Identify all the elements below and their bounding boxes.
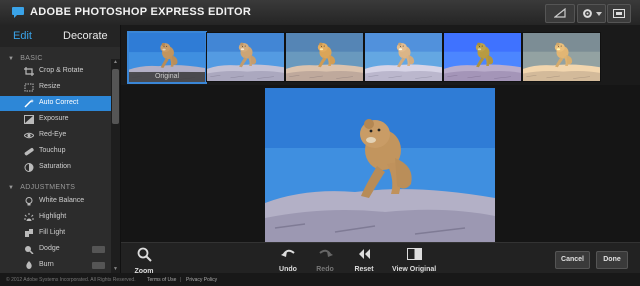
thumbnail-image bbox=[523, 33, 600, 81]
crop-icon bbox=[24, 67, 34, 76]
sidebar-item-fill-light[interactable]: Fill Light bbox=[0, 226, 111, 241]
sidebar-scrollbar[interactable]: ▲ ▼ bbox=[111, 59, 120, 273]
dodge-icon bbox=[25, 246, 34, 254]
compare-icon bbox=[406, 248, 422, 260]
exposure-icon bbox=[24, 115, 34, 124]
copyright-text: © 2012 Adobe Systems Incorporated. All R… bbox=[6, 277, 136, 283]
view-original-button[interactable]: View Original bbox=[392, 247, 436, 273]
thumbnail-image bbox=[444, 33, 521, 81]
bandage-icon bbox=[24, 147, 34, 156]
burn-icon bbox=[26, 261, 32, 269]
image-canvas bbox=[121, 85, 640, 242]
redo-label: Redo bbox=[316, 266, 334, 273]
bottom-toolbar: Zoom Undo Redo Reset View Original Cance… bbox=[121, 242, 640, 275]
triangle-ruler-icon bbox=[554, 8, 566, 18]
sidebar-item-label: Burn bbox=[39, 261, 54, 268]
terms-link[interactable]: Terms of Use bbox=[147, 277, 176, 283]
reset-label: Reset bbox=[354, 266, 374, 273]
sidebar-item-label: White Balance bbox=[39, 197, 85, 204]
photoshop-express-logo bbox=[12, 7, 24, 18]
sidebar-item-auto-correct[interactable]: Auto Correct bbox=[0, 96, 111, 111]
undo-icon bbox=[280, 249, 295, 257]
cancel-button[interactable]: Cancel bbox=[555, 251, 590, 269]
sidebar-item-red-eye[interactable]: Red-Eye bbox=[0, 128, 111, 143]
thumbnail-image bbox=[365, 33, 442, 81]
thumbnail-variant[interactable] bbox=[206, 32, 285, 82]
scroll-thumb[interactable] bbox=[112, 69, 119, 124]
sidebar-item-highlight[interactable]: Highlight bbox=[0, 210, 111, 225]
sidebar-item-dodge[interactable]: Dodge bbox=[0, 242, 111, 257]
scroll-up-arrow-icon[interactable]: ▲ bbox=[112, 59, 119, 66]
sidebar-item-label: Crop & Rotate bbox=[39, 67, 84, 74]
thumbnail-image bbox=[207, 33, 284, 81]
thumbnail-variant[interactable] bbox=[285, 32, 364, 82]
sidebar-item-label: Resize bbox=[39, 83, 61, 90]
redo-button[interactable]: Redo bbox=[312, 247, 338, 273]
thumbnail-variant[interactable] bbox=[443, 32, 522, 82]
settings-menu-button[interactable] bbox=[577, 4, 606, 23]
preview-thumbnail-strip: Original bbox=[121, 25, 640, 85]
zoom-button[interactable]: Zoom bbox=[131, 247, 157, 275]
sidebar: Edit Decorate ▼ BASIC Crop & Rotate Resiz… bbox=[0, 25, 121, 273]
thumbnail-variant[interactable] bbox=[522, 32, 601, 82]
sidebar-item-saturation[interactable]: Saturation bbox=[0, 160, 111, 175]
reset-button[interactable]: Reset bbox=[351, 247, 377, 273]
main-photo[interactable] bbox=[265, 88, 495, 242]
fill-light-icon bbox=[25, 229, 33, 237]
magnifier-icon bbox=[137, 247, 152, 262]
sidebar-item-label: Touchup bbox=[39, 147, 66, 154]
view-original-label: View Original bbox=[392, 266, 437, 273]
sidebar-item-touchup[interactable]: Touchup bbox=[0, 144, 111, 159]
highlight-icon bbox=[24, 213, 34, 221]
title-bar: ADOBE PHOTOSHOP EXPRESS EDITOR bbox=[0, 0, 640, 26]
fullscreen-icon bbox=[613, 9, 625, 18]
tab-edit[interactable]: Edit bbox=[13, 30, 32, 42]
resize-icon bbox=[24, 83, 34, 92]
undo-label: Undo bbox=[279, 266, 297, 273]
sidebar-item-label: Auto Correct bbox=[39, 99, 79, 106]
sidebar-item-burn[interactable]: Burn bbox=[0, 258, 111, 273]
redo-icon bbox=[318, 249, 333, 257]
fullscreen-button[interactable] bbox=[607, 4, 631, 23]
caret-down-icon: ▼ bbox=[8, 185, 15, 191]
sidebar-item-resize[interactable]: Resize bbox=[0, 80, 111, 95]
chevron-down-icon bbox=[596, 12, 602, 16]
sidebar-item-label: Red-Eye bbox=[39, 131, 67, 138]
mode-tabs: Edit Decorate bbox=[0, 25, 120, 47]
section-title: BASIC bbox=[20, 55, 43, 62]
premium-badge bbox=[92, 246, 105, 253]
section-basic[interactable]: ▼ BASIC bbox=[8, 55, 43, 62]
sidebar-item-label: Saturation bbox=[39, 163, 71, 170]
gear-icon bbox=[583, 9, 592, 18]
scroll-down-arrow-icon[interactable]: ▼ bbox=[112, 266, 119, 273]
bulb-icon bbox=[25, 197, 33, 206]
sidebar-item-crop-rotate[interactable]: Crop & Rotate bbox=[0, 64, 111, 79]
adjust-menu-button[interactable] bbox=[545, 4, 575, 23]
magic-wand-icon bbox=[24, 99, 34, 108]
undo-button[interactable]: Undo bbox=[275, 247, 301, 273]
thumbnail-caption: Original bbox=[129, 72, 205, 82]
sidebar-item-label: Dodge bbox=[39, 245, 60, 252]
app-title: ADOBE PHOTOSHOP EXPRESS EDITOR bbox=[30, 6, 252, 18]
thumbnail-original[interactable]: Original bbox=[127, 31, 207, 84]
saturation-icon bbox=[24, 163, 34, 172]
section-adjustments[interactable]: ▼ ADJUSTMENTS bbox=[8, 184, 75, 191]
footer-separator: | bbox=[180, 277, 182, 283]
sidebar-item-label: Highlight bbox=[39, 213, 67, 220]
privacy-link[interactable]: Privacy Policy bbox=[186, 277, 217, 283]
sidebar-item-label: Exposure bbox=[39, 115, 69, 122]
premium-badge bbox=[92, 262, 105, 269]
sidebar-item-exposure[interactable]: Exposure bbox=[0, 112, 111, 127]
done-button[interactable]: Done bbox=[596, 251, 628, 269]
tab-decorate[interactable]: Decorate bbox=[63, 30, 108, 42]
sidebar-item-label: Fill Light bbox=[39, 229, 66, 236]
eye-icon bbox=[24, 132, 34, 139]
section-title: ADJUSTMENTS bbox=[20, 184, 76, 191]
sidebar-item-white-balance[interactable]: White Balance bbox=[0, 194, 111, 209]
thumbnail-variant[interactable] bbox=[364, 32, 443, 82]
footer: © 2012 Adobe Systems Incorporated. All R… bbox=[0, 273, 640, 286]
rewind-icon bbox=[358, 249, 370, 259]
thumbnail-image bbox=[286, 33, 363, 81]
caret-down-icon: ▼ bbox=[8, 56, 15, 62]
